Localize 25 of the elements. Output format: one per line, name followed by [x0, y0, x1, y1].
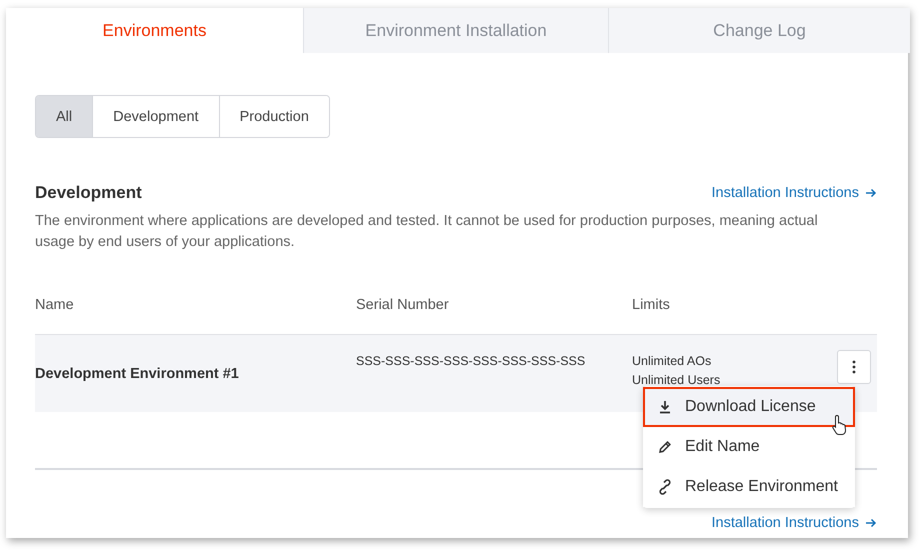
- download-icon: [657, 399, 673, 415]
- menu-item[interactable]: Download License: [643, 387, 855, 427]
- installation-link[interactable]: Installation Instructions: [712, 515, 877, 531]
- installation-link[interactable]: Installation Instructions: [712, 185, 877, 201]
- menu-item[interactable]: Release Environment: [643, 467, 855, 507]
- kebab-icon: [852, 360, 856, 374]
- filter-button[interactable]: Production: [218, 96, 329, 137]
- hand-cursor-icon: [832, 414, 848, 436]
- pencil-icon: [657, 439, 673, 455]
- link-icon: [657, 479, 673, 495]
- limit-text: Unlimited AOs: [632, 354, 712, 368]
- section-title: Development: [35, 183, 142, 203]
- serial-number: SSS-SSS-SSS-SSS-SSS-SSS-SSS-SSS: [356, 354, 586, 370]
- arrow-right-icon: [865, 187, 877, 199]
- column-header: Serial Number: [356, 297, 450, 313]
- filter-button[interactable]: All: [36, 96, 92, 137]
- tab[interactable]: Environments: [6, 8, 303, 53]
- limit-text: Unlimited Users: [632, 373, 722, 387]
- menu-item[interactable]: Edit Name: [643, 427, 855, 467]
- column-header: Name: [35, 297, 75, 313]
- arrow-right-icon: [865, 517, 877, 529]
- section-description: The environment where applications are developed and tested. It cannot be used for production purposes, meaning actual usage by end users of your applications.: [35, 212, 819, 252]
- environment-name: Development Environment #1: [35, 366, 240, 382]
- column-header: Limits: [632, 297, 671, 313]
- more-button[interactable]: [837, 350, 871, 384]
